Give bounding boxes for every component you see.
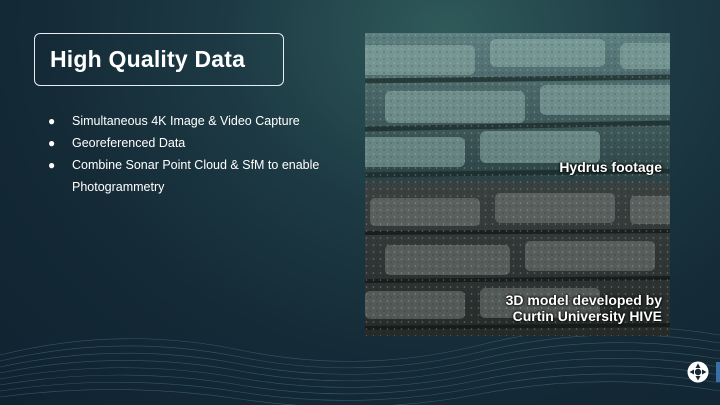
slide: High Quality Data ● Simultaneous 4K Imag… bbox=[0, 0, 720, 405]
accent-tab bbox=[716, 362, 720, 382]
photo-caption-bottom-line1: 3D model developed by bbox=[505, 292, 662, 308]
seabed-photo: Hydrus footage 3D model developed by Cur… bbox=[365, 33, 670, 336]
bullet-dot-icon: ● bbox=[48, 158, 56, 172]
bullet-item: ● Combine Sonar Point Cloud & SfM to ena… bbox=[42, 154, 342, 198]
bullet-item: ● Georeferenced Data bbox=[42, 132, 342, 154]
photo-caption-bottom-line2: Curtin University HIVE bbox=[512, 308, 662, 324]
bullet-dot-icon: ● bbox=[48, 114, 56, 128]
bullet-item: ● Simultaneous 4K Image & Video Capture bbox=[42, 110, 342, 132]
bullet-text: Simultaneous 4K Image & Video Capture bbox=[72, 114, 300, 128]
seabed-photo-graphic bbox=[365, 33, 670, 336]
company-logo-icon bbox=[687, 361, 709, 383]
photo-caption-top: Hydrus footage bbox=[559, 159, 662, 175]
bullet-list: ● Simultaneous 4K Image & Video Capture … bbox=[42, 110, 342, 198]
title-box: High Quality Data bbox=[34, 33, 284, 86]
bullet-text: Combine Sonar Point Cloud & SfM to enabl… bbox=[72, 158, 320, 194]
slide-title: High Quality Data bbox=[50, 46, 246, 72]
bullet-text: Georeferenced Data bbox=[72, 136, 186, 150]
photo-caption-bottom: 3D model developed by Curtin University … bbox=[506, 292, 662, 324]
bullet-dot-icon: ● bbox=[48, 136, 56, 150]
